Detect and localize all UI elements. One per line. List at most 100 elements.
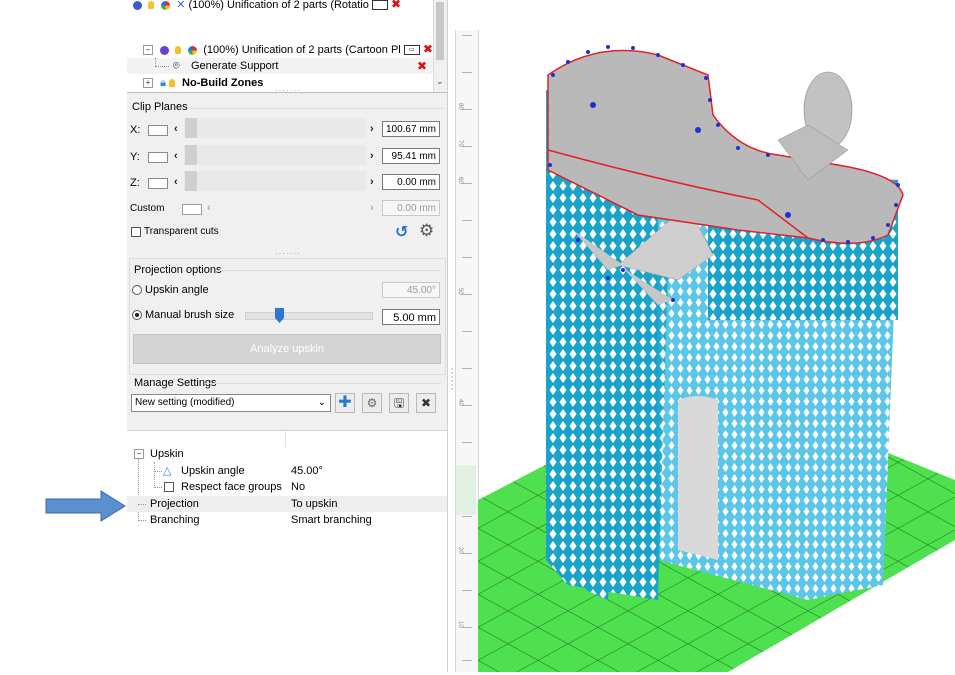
transparent-cuts-checkbox[interactable] [131, 227, 141, 237]
column-divider [285, 431, 286, 447]
manual-brush-input[interactable]: 5.00 mm [382, 309, 440, 325]
clip-x-color[interactable] [148, 125, 168, 136]
manual-brush-radio[interactable] [132, 310, 142, 320]
chevron-right-icon[interactable]: › [370, 150, 374, 162]
visibility-bulb-icon[interactable] [168, 79, 175, 88]
clip-custom-color[interactable] [182, 204, 202, 215]
add-setting-button[interactable]: ✚ [335, 393, 355, 413]
ruler-label: 60 [457, 177, 463, 184]
vertical-splitter[interactable] [450, 365, 454, 395]
chevron-right-icon[interactable]: › [370, 176, 374, 188]
upskin-angle-input[interactable]: 45.00° [382, 282, 440, 298]
clip-z-slider-thumb[interactable] [185, 171, 197, 191]
ruler-label: 20 [457, 547, 463, 554]
chevron-right-icon[interactable]: › [370, 202, 374, 214]
respect-face-groups-checkbox[interactable] [164, 482, 174, 492]
prop-projection[interactable]: Projection To upskin [127, 496, 447, 512]
clip-x-input[interactable]: 100.67 mm [382, 121, 440, 137]
clip-x-slider-track[interactable] [184, 118, 366, 138]
lock-icon[interactable]: 🔒︎ [160, 77, 166, 89]
plus-icon: ✚ [338, 394, 352, 411]
clip-z-input[interactable]: 0.00 mm [382, 174, 440, 190]
group-divider [191, 108, 443, 109]
tree-row-cartoon-unification[interactable]: − (100%) Unification of 2 parts (Cartoon… [143, 41, 433, 57]
delete-icon[interactable]: ✖ [423, 42, 433, 56]
object-tree: ✕ (100%) Unification of 2 parts (Rotatio… [127, 0, 447, 93]
prop-respect-face-groups[interactable]: Respect face groups No [127, 479, 447, 495]
tree-scrollbar-thumb[interactable] [436, 2, 444, 60]
collapse-icon[interactable]: − [143, 45, 153, 56]
settings-dropdown[interactable]: New setting (modified) ⌄ [131, 394, 331, 412]
splitter-grip[interactable]: ······· [275, 249, 301, 258]
prop-group-upskin[interactable]: − Upskin [127, 446, 447, 462]
chevron-left-icon[interactable]: ‹ [174, 150, 178, 162]
delete-icon[interactable]: ✖ [417, 58, 427, 74]
tree-row-label: No-Build Zones [182, 77, 264, 89]
brush-size-slider-track[interactable] [245, 312, 373, 320]
expand-icon[interactable]: + [143, 78, 153, 89]
support-icon: ⌾ [173, 60, 180, 72]
clip-y-slider-track[interactable] [184, 145, 366, 165]
splitter-grip[interactable]: ······· [275, 86, 301, 92]
prop-branching[interactable]: Branching Smart branching [127, 512, 447, 528]
tree-row-label: Generate Support [191, 60, 279, 72]
prop-label: Upskin angle [181, 465, 245, 477]
prop-value[interactable]: 45.00° [291, 463, 323, 479]
window-icon[interactable] [371, 0, 388, 11]
reset-icon[interactable]: ↺ [395, 222, 408, 242]
support-model-render[interactable] [478, 0, 955, 672]
clip-z-slider-track[interactable] [184, 171, 366, 191]
prop-value[interactable]: To upskin [291, 496, 337, 512]
manual-brush-label: Manual brush size [145, 309, 235, 321]
close-icon: ✖ [420, 396, 432, 410]
part-icon [160, 45, 170, 55]
ruler-label: 40 [457, 399, 463, 406]
clip-z-label: Z: [130, 177, 140, 189]
tree-scrollbar[interactable]: ⌄ [433, 0, 447, 92]
vertical-ruler[interactable]: 80 70 60 50 40 30 20 10 [455, 30, 479, 672]
group-divider [219, 270, 439, 271]
prop-upskin-angle[interactable]: △ Upskin angle 45.00° [127, 463, 447, 479]
collapse-icon[interactable]: − [134, 449, 144, 459]
properties-tree: − Upskin △ Upskin angle 45.00° Respect f… [127, 430, 447, 673]
chevron-down-icon[interactable]: ⌄ [318, 395, 326, 411]
analyze-upskin-button[interactable]: Analyze upskin [133, 334, 441, 364]
gear-icon: ⚙ [366, 396, 378, 410]
upskin-angle-radio[interactable] [132, 285, 142, 295]
tree-row-no-build-zones[interactable]: + 🔒︎ No-Build Zones [143, 75, 263, 91]
prop-value[interactable]: Smart branching [291, 512, 372, 528]
tree-row-generate-support[interactable]: ⌾ Generate Support ✖ [127, 58, 439, 74]
ruler-highlight [456, 465, 476, 515]
tree-row-rotation-unification[interactable]: ✕ (100%) Unification of 2 parts (Rotatio… [133, 0, 401, 12]
visibility-bulb-icon[interactable] [175, 46, 182, 55]
chevron-down-icon[interactable]: ⌄ [436, 76, 444, 87]
tree-connector [155, 58, 156, 66]
gear-icon[interactable]: ⚙ [419, 221, 434, 241]
clip-z-color[interactable] [148, 178, 168, 189]
ruler-label: 10 [457, 621, 463, 628]
projection-options-title: Projection options [134, 264, 222, 276]
chevron-left-icon[interactable]: ‹ [174, 176, 178, 188]
edit-setting-button[interactable]: ⚙ [362, 393, 382, 413]
save-setting-button[interactable]: 🖫 [389, 393, 409, 413]
clip-x-slider-thumb[interactable] [185, 118, 197, 138]
chevron-left-icon[interactable]: ‹ [207, 202, 211, 214]
window-icon[interactable]: ▭ [403, 45, 420, 56]
visibility-bulb-icon[interactable] [148, 1, 155, 10]
chevron-right-icon[interactable]: › [370, 123, 374, 135]
clip-custom-input[interactable]: 0.00 mm [382, 200, 440, 216]
prop-label: Branching [150, 514, 200, 526]
color-palette-icon [161, 0, 171, 10]
delete-setting-button[interactable]: ✖ [416, 393, 436, 413]
clip-y-color[interactable] [148, 152, 168, 163]
delete-icon[interactable]: ✖ [391, 0, 401, 11]
part-icon [133, 0, 142, 10]
viewport-3d[interactable] [478, 0, 955, 672]
settings-dropdown-value: New setting (modified) [135, 397, 235, 408]
clip-y-input[interactable]: 95.41 mm [382, 148, 440, 164]
clip-y-slider-thumb[interactable] [185, 145, 197, 165]
prop-value[interactable]: No [291, 479, 305, 495]
color-palette-icon [188, 45, 198, 55]
brush-size-slider-thumb[interactable] [275, 308, 285, 323]
chevron-left-icon[interactable]: ‹ [174, 123, 178, 135]
